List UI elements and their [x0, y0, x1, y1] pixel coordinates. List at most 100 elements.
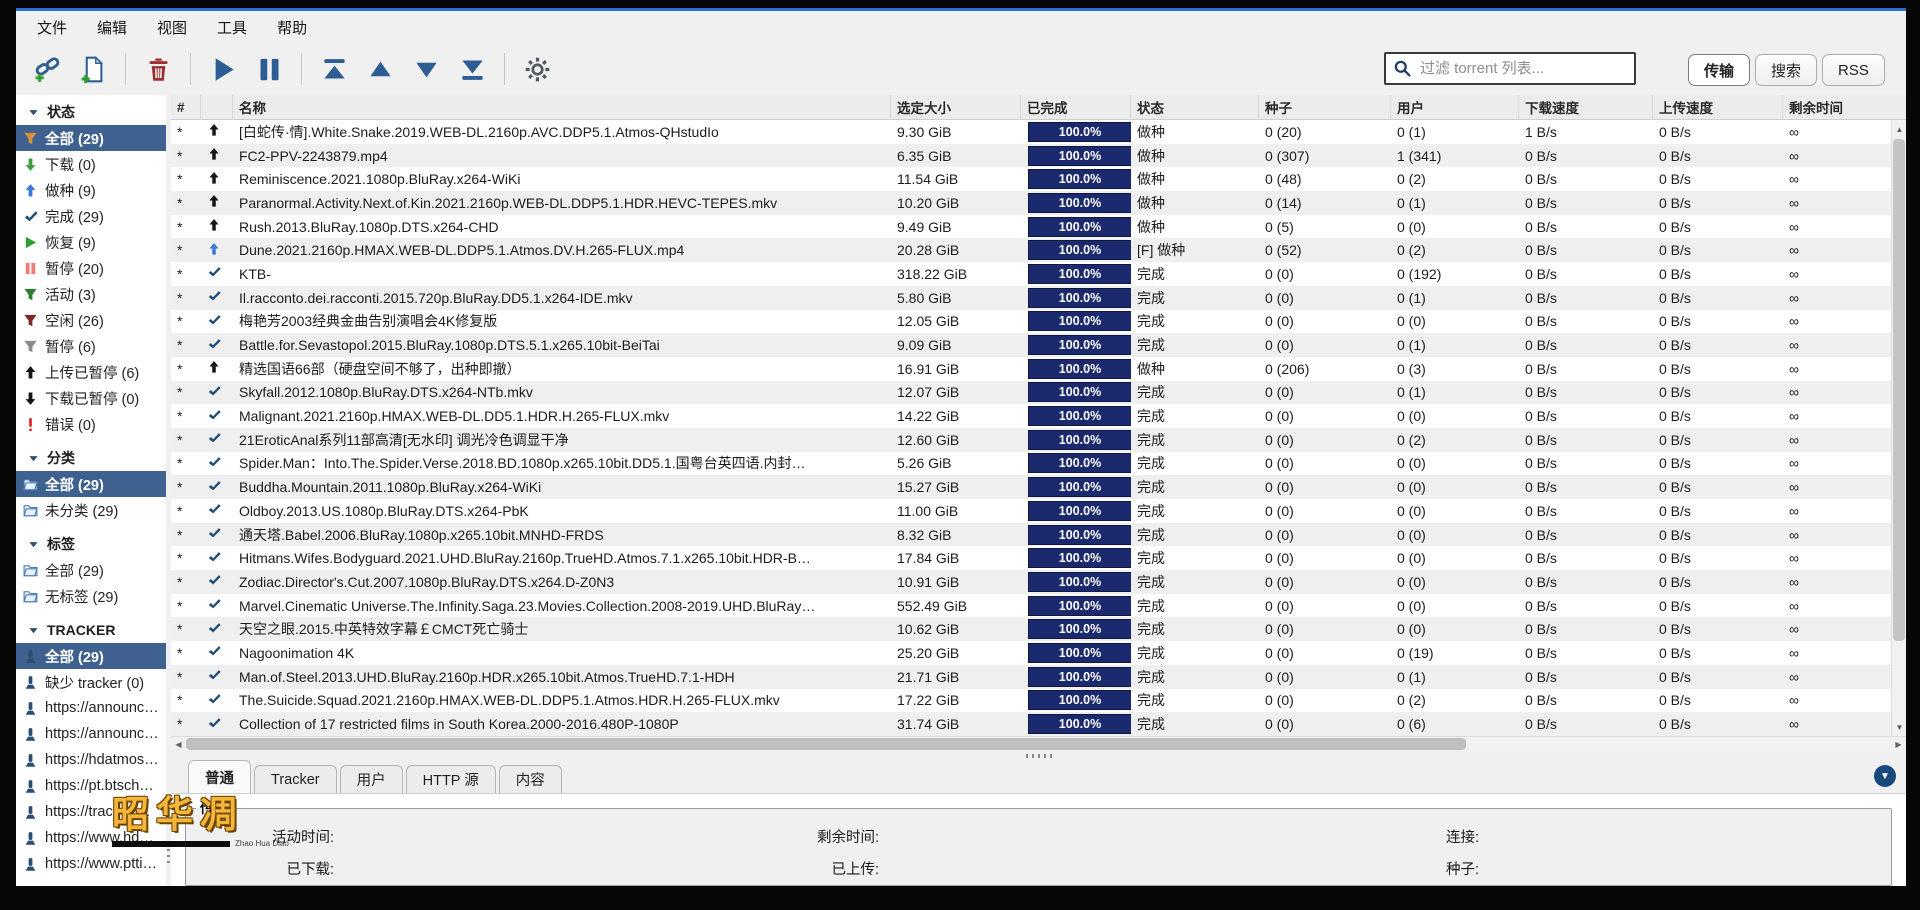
- torrent-row[interactable]: *Skyfall.2012.1080p.BluRay.DTS.x264-NTb.…: [171, 381, 1891, 405]
- sidebar-item[interactable]: 空闲 (26): [16, 307, 166, 333]
- detail-tab-普通[interactable]: 普通: [188, 760, 251, 793]
- torrent-row[interactable]: *FC2-PPV-2243879.mp46.35 GiB100.0%做种0 (3…: [171, 144, 1891, 168]
- torrent-row[interactable]: *Rush.2013.BluRay.1080p.DTS.x264-CHD9.49…: [171, 215, 1891, 239]
- torrent-row[interactable]: *Collection of 17 restricted films in So…: [171, 712, 1891, 736]
- torrent-row[interactable]: *Hitmans.Wifes.Bodyguard.2021.UHD.BluRay…: [171, 546, 1891, 570]
- sidebar-item[interactable]: 上传已暂停 (6): [16, 359, 166, 385]
- view-tab-搜索[interactable]: 搜索: [1755, 54, 1817, 86]
- horizontal-scroll-thumb[interactable]: [186, 738, 1466, 750]
- torrent-row[interactable]: *Il.racconto.dei.racconti.2015.720p.BluR…: [171, 286, 1891, 310]
- column-header[interactable]: 种子: [1259, 95, 1391, 119]
- sidebar-item[interactable]: https://www.ptti…: [16, 851, 166, 877]
- torrent-row[interactable]: *通天塔.Babel.2006.BluRay.1080p.x265.10bit.…: [171, 523, 1891, 547]
- torrent-row[interactable]: *Nagoonimation 4K25.20 GiB100.0%完成0 (0)0…: [171, 641, 1891, 665]
- sidebar-item[interactable]: 缺少 tracker (0): [16, 669, 166, 695]
- column-header[interactable]: 状态: [1131, 95, 1259, 119]
- move-down-button[interactable]: [408, 51, 444, 87]
- move-to-top-button[interactable]: [316, 51, 352, 87]
- pause-button[interactable]: [251, 51, 287, 87]
- column-header[interactable]: 上传速度: [1653, 95, 1783, 119]
- detail-splitter[interactable]: [171, 751, 1906, 760]
- torrent-row[interactable]: *Malignant.2021.2160p.HMAX.WEB-DL.DD5.1.…: [171, 404, 1891, 428]
- torrent-row[interactable]: *Oldboy.2013.US.1080p.BluRay.DTS.x264-Pb…: [171, 499, 1891, 523]
- torrent-row[interactable]: *Reminiscence.2021.1080p.BluRay.x264-WiK…: [171, 167, 1891, 191]
- sidebar-section-header[interactable]: 标签: [16, 531, 166, 557]
- collapse-panel-button[interactable]: ▼: [1874, 765, 1896, 787]
- torrent-row[interactable]: *天空之眼.2015.中英特效字幕￡CMCT死亡骑士10.62 GiB100.0…: [171, 617, 1891, 641]
- column-header[interactable]: 名称: [233, 95, 891, 119]
- detail-tab-HTTP 源[interactable]: HTTP 源: [406, 765, 496, 793]
- detail-tab-用户[interactable]: 用户: [340, 765, 403, 793]
- detail-tab-Tracker[interactable]: Tracker: [254, 765, 337, 793]
- sidebar-item[interactable]: 全部 (29): [16, 125, 166, 151]
- vertical-scroll-thumb[interactable]: [1893, 139, 1905, 641]
- sidebar-section-header[interactable]: 状态: [16, 99, 166, 125]
- move-up-button[interactable]: [362, 51, 398, 87]
- view-tab-传输[interactable]: 传输: [1688, 54, 1750, 86]
- sidebar-section-header[interactable]: 分类: [16, 445, 166, 471]
- sidebar-item[interactable]: https://tracker.…: [16, 799, 166, 825]
- delete-button[interactable]: [140, 51, 176, 87]
- torrent-row[interactable]: *KTB-318.22 GiB100.0%完成0 (0)0 (192)0 B/s…: [171, 262, 1891, 286]
- column-header[interactable]: 选定大小: [891, 95, 1021, 119]
- sidebar-item[interactable]: 全部 (29): [16, 643, 166, 669]
- sidebar-item[interactable]: 全部 (29): [16, 557, 166, 583]
- sidebar-item[interactable]: 做种 (9): [16, 177, 166, 203]
- add-torrent-file-button[interactable]: [75, 51, 111, 87]
- torrent-row[interactable]: *Buddha.Mountain.2011.1080p.BluRay.x264-…: [171, 475, 1891, 499]
- torrent-row[interactable]: *Paranormal.Activity.Next.of.Kin.2021.21…: [171, 191, 1891, 215]
- menu-item[interactable]: 工具: [202, 17, 262, 38]
- menu-item[interactable]: 文件: [22, 17, 82, 38]
- torrent-row[interactable]: *Spider.Man：Into.The.Spider.Verse.2018.B…: [171, 452, 1891, 476]
- column-header[interactable]: 用户: [1391, 95, 1519, 119]
- menu-item[interactable]: 帮助: [262, 17, 322, 38]
- torrent-row[interactable]: *Battle.for.Sevastopol.2015.BluRay.1080p…: [171, 333, 1891, 357]
- resume-button[interactable]: [205, 51, 241, 87]
- sidebar-item[interactable]: 全部 (29): [16, 471, 166, 497]
- move-to-bottom-button[interactable]: [454, 51, 490, 87]
- menu-item[interactable]: 编辑: [82, 17, 142, 38]
- torrent-row[interactable]: *[白蛇传·情].White.Snake.2019.WEB-DL.2160p.A…: [171, 120, 1891, 144]
- sidebar-item[interactable]: 暂停 (20): [16, 255, 166, 281]
- sidebar-item[interactable]: 恢复 (9): [16, 229, 166, 255]
- sidebar-item[interactable]: 完成 (29): [16, 203, 166, 229]
- view-tab-RSS[interactable]: RSS: [1822, 54, 1885, 86]
- sidebar-section-header[interactable]: TRACKER: [16, 617, 166, 643]
- torrent-row[interactable]: *梅艳芳2003经典金曲告别演唱会4K修复版12.05 GiB100.0%完成0…: [171, 310, 1891, 334]
- detail-tab-内容[interactable]: 内容: [499, 765, 562, 793]
- torrent-row[interactable]: *Man.of.Steel.2013.UHD.BluRay.2160p.HDR.…: [171, 665, 1891, 689]
- column-header[interactable]: 剩余时间: [1783, 95, 1906, 119]
- sidebar-item[interactable]: 未分类 (29): [16, 497, 166, 523]
- sidebar-item[interactable]: 下载已暂停 (0): [16, 385, 166, 411]
- sidebar-item[interactable]: https://announc…: [16, 721, 166, 747]
- scroll-right-arrow-icon[interactable]: ▶: [1891, 737, 1906, 751]
- add-torrent-link-button[interactable]: [29, 51, 65, 87]
- sidebar-item[interactable]: 下载 (0): [16, 151, 166, 177]
- column-header[interactable]: 下载速度: [1519, 95, 1653, 119]
- column-header[interactable]: 已完成: [1021, 95, 1131, 119]
- torrent-row[interactable]: *精选国语66部（硬盘空间不够了，出种即撤）16.91 GiB100.0%做种0…: [171, 357, 1891, 381]
- torrent-row[interactable]: *Marvel.Cinematic Universe.The.Infinity.…: [171, 594, 1891, 618]
- sidebar-item[interactable]: 错误 (0): [16, 411, 166, 437]
- torrent-row[interactable]: *The.Suicide.Squad.2021.2160p.HMAX.WEB-D…: [171, 689, 1891, 713]
- sidebar-item[interactable]: https://hdatmos…: [16, 747, 166, 773]
- torrent-row[interactable]: *21EroticAnal系列11部高清[无水印] 调光冷色调显干净12.60 …: [171, 428, 1891, 452]
- column-header[interactable]: [201, 95, 233, 119]
- scroll-up-arrow-icon[interactable]: ▲: [1892, 121, 1906, 137]
- sidebar-item[interactable]: https://www.hd…: [16, 825, 166, 851]
- menu-item[interactable]: 视图: [142, 17, 202, 38]
- scroll-down-arrow-icon[interactable]: ▼: [1892, 719, 1906, 735]
- options-button[interactable]: [519, 51, 555, 87]
- sidebar-item[interactable]: 活动 (3): [16, 281, 166, 307]
- sidebar-item[interactable]: 无标签 (29): [16, 583, 166, 609]
- scroll-left-arrow-icon[interactable]: ◀: [171, 737, 186, 751]
- torrent-row[interactable]: *Zodiac.Director's.Cut.2007.1080p.BluRay…: [171, 570, 1891, 594]
- filter-input[interactable]: [1418, 59, 1627, 78]
- sidebar-item[interactable]: 暂停 (6): [16, 333, 166, 359]
- vertical-scrollbar[interactable]: ▲ ▼: [1891, 120, 1906, 736]
- horizontal-scrollbar[interactable]: ◀ ▶: [171, 736, 1906, 751]
- sidebar-item[interactable]: https://announc…: [16, 695, 166, 721]
- torrent-row[interactable]: *Dune.2021.2160p.HMAX.WEB-DL.DDP5.1.Atmo…: [171, 238, 1891, 262]
- sidebar-item[interactable]: https://pt.btsch…: [16, 773, 166, 799]
- column-header[interactable]: #: [171, 95, 201, 119]
